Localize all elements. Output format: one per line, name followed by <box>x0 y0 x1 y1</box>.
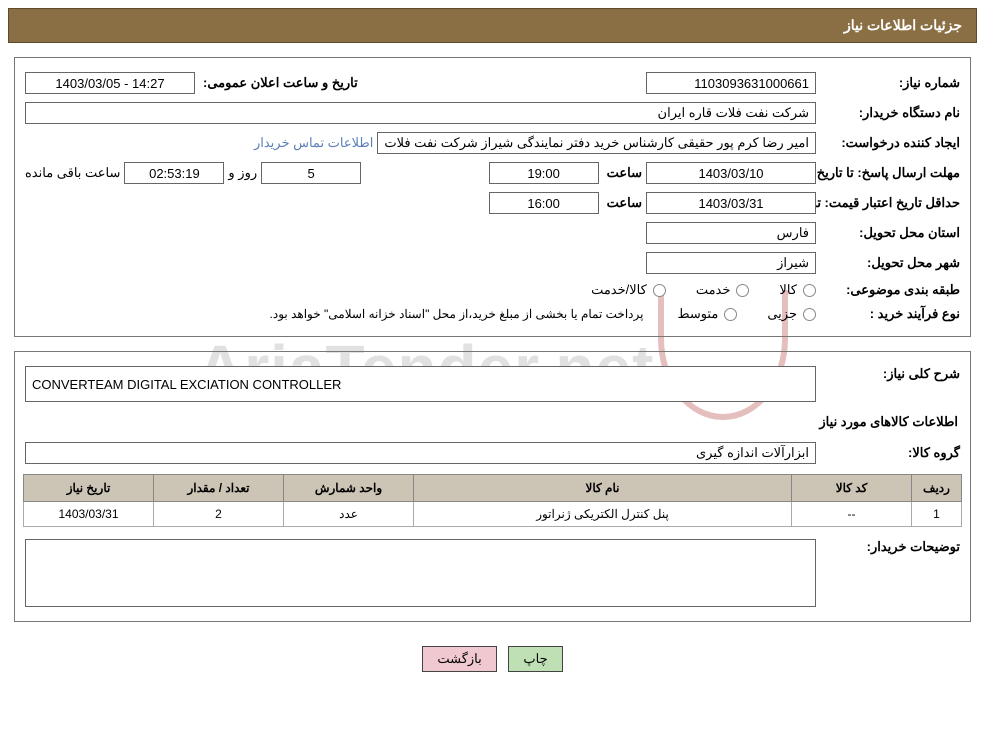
cell-date: 1403/03/31 <box>24 502 154 527</box>
page-title: جزئیات اطلاعات نیاز <box>8 8 977 43</box>
buyer-org-value: شرکت نفت فلات قاره ایران <box>25 102 816 124</box>
reply-date-value: 1403/03/10 <box>646 162 816 184</box>
announce-value: 14:27 - 1403/03/05 <box>25 72 195 94</box>
category-option-goods[interactable]: کالا <box>779 282 816 298</box>
col-date: تاریخ نیاز <box>24 475 154 502</box>
need-info-panel: شماره نیاز: 1103093631000661 تاریخ و ساع… <box>14 57 971 337</box>
announce-label: تاریخ و ساعت اعلان عمومی: <box>199 75 358 91</box>
col-code: کد کالا <box>792 475 912 502</box>
need-number-label: شماره نیاز: <box>820 75 960 91</box>
category-label-both: کالا/خدمت <box>591 282 647 298</box>
table-row: 1 -- پنل کنترل الکتریکی ژنراتور عدد 2 14… <box>24 502 962 527</box>
category-label: طبقه بندی موضوعی: <box>820 282 960 298</box>
countdown-value: 02:53:19 <box>124 162 224 184</box>
reply-time-label: ساعت <box>603 165 642 181</box>
validity-time-label: ساعت <box>603 195 642 211</box>
remaining-label: ساعت باقی مانده <box>25 165 120 181</box>
purchase-type-label: نوع فرآیند خرید : <box>820 306 960 322</box>
province-value: فارس <box>646 222 816 244</box>
purchase-type-minor[interactable]: جزیی <box>767 306 816 322</box>
category-option-service[interactable]: خدمت <box>696 282 750 298</box>
print-button[interactable]: چاپ <box>508 646 562 672</box>
items-table: ردیف کد کالا نام کالا واحد شمارش تعداد /… <box>23 474 962 527</box>
summary-label: شرح کلی نیاز: <box>820 366 960 382</box>
col-name: نام کالا <box>414 475 792 502</box>
col-qty: تعداد / مقدار <box>154 475 284 502</box>
buyer-org-label: نام دستگاه خریدار: <box>820 105 960 121</box>
radio-icon <box>653 284 666 297</box>
col-unit: واحد شمارش <box>284 475 414 502</box>
days-suffix: روز و <box>228 165 257 181</box>
category-option-both[interactable]: کالا/خدمت <box>591 282 666 298</box>
group-label: گروه کالا: <box>820 445 960 461</box>
validity-label: حداقل تاریخ اعتبار قیمت: تا تاریخ: <box>820 195 960 211</box>
validity-date-value: 1403/03/31 <box>646 192 816 214</box>
purchase-type-medium[interactable]: متوسط <box>677 306 737 322</box>
cell-unit: عدد <box>284 502 414 527</box>
col-row: ردیف <box>912 475 962 502</box>
validity-time-value: 16:00 <box>489 192 599 214</box>
days-remaining-value: 5 <box>261 162 361 184</box>
group-value: ابزارآلات اندازه گیری <box>25 442 816 464</box>
buyer-contact-link[interactable]: اطلاعات تماس خریدار <box>254 135 373 151</box>
cell-qty: 2 <box>154 502 284 527</box>
cell-code: -- <box>792 502 912 527</box>
province-label: استان محل تحویل: <box>820 225 960 241</box>
need-details-panel: شرح کلی نیاز: CONVERTEAM DIGITAL EXCIATI… <box>14 351 971 622</box>
buyer-notes-label: توضیحات خریدار: <box>820 539 960 555</box>
city-label: شهر محل تحویل: <box>820 255 960 271</box>
radio-icon <box>803 284 816 297</box>
category-label-goods: کالا <box>779 282 797 298</box>
items-section-title: اطلاعات کالاهای مورد نیاز <box>23 406 962 438</box>
back-button[interactable]: بازگشت <box>422 646 496 672</box>
radio-icon <box>724 308 737 321</box>
buyer-notes-textarea[interactable] <box>25 539 816 607</box>
requester-value: امیر رضا کرم پور حقیقی کارشناس خرید دفتر… <box>377 132 816 154</box>
action-buttons: چاپ بازگشت <box>0 636 985 696</box>
cell-row: 1 <box>912 502 962 527</box>
reply-deadline-label: مهلت ارسال پاسخ: تا تاریخ: <box>820 165 960 181</box>
cell-name: پنل کنترل الکتریکی ژنراتور <box>414 502 792 527</box>
radio-icon <box>803 308 816 321</box>
summary-value: CONVERTEAM DIGITAL EXCIATION CONTROLLER <box>25 366 816 402</box>
category-label-service: خدمت <box>696 282 731 298</box>
reply-time-value: 19:00 <box>489 162 599 184</box>
requester-label: ایجاد کننده درخواست: <box>820 135 960 151</box>
purchase-type-label-medium: متوسط <box>677 306 718 322</box>
radio-icon <box>736 284 749 297</box>
purchase-type-label-minor: جزیی <box>767 306 797 322</box>
city-value: شیراز <box>646 252 816 274</box>
purchase-note: پرداخت تمام یا بخشی از مبلغ خرید،از محل … <box>270 307 674 321</box>
need-number-value: 1103093631000661 <box>646 72 816 94</box>
